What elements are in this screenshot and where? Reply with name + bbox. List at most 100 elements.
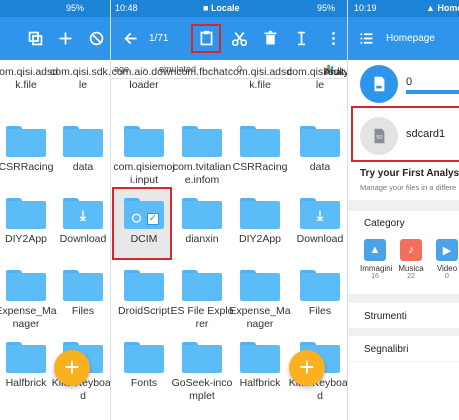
folder-item[interactable]: CSRRacing xyxy=(231,126,289,202)
folder-item[interactable]: Expense_Manager xyxy=(229,270,291,346)
folder-item[interactable]: ⤓ Download xyxy=(291,198,348,274)
category-count: 16 xyxy=(371,273,379,280)
folder-name: DIY2App xyxy=(238,233,282,245)
folder-icon xyxy=(240,126,280,157)
toolbar xyxy=(0,17,111,60)
folder-name: CSRRacing xyxy=(232,161,288,173)
time-text: 10:48 xyxy=(115,3,138,13)
add-icon[interactable] xyxy=(55,28,75,48)
analysis-title: Try your First Analysis xyxy=(360,168,459,179)
add-fab-button[interactable]: + xyxy=(54,350,90,386)
storage-section: 0 SD sdcard1 xyxy=(348,60,459,164)
folder-icon xyxy=(6,198,46,229)
more-options-icon[interactable] xyxy=(323,28,343,48)
menu-list-icon[interactable] xyxy=(356,28,376,48)
tools-section[interactable]: Strumenti xyxy=(348,296,459,328)
folder-name: data xyxy=(72,161,94,173)
folder-item[interactable]: Expense_Manager xyxy=(0,270,57,346)
folder-name: Halfbrick xyxy=(239,377,281,389)
folder-icon xyxy=(300,270,340,301)
folder-icon xyxy=(63,126,103,157)
folder-item[interactable]: ✓ DCIM xyxy=(115,198,173,274)
rename-icon[interactable] xyxy=(291,28,311,48)
time-text: 10:19 xyxy=(354,3,377,13)
folder-name: com.qisi.adsdk.file xyxy=(227,66,293,91)
home-tab-label: Home xyxy=(437,3,459,13)
folder-item[interactable]: data xyxy=(291,126,348,202)
drawer-empty-area xyxy=(348,362,459,420)
folder-name: Files xyxy=(71,305,95,317)
video-icon: ▶ xyxy=(436,239,458,261)
folder-item[interactable]: ES File Explorer xyxy=(170,270,234,346)
folder-icon xyxy=(6,126,46,157)
category-label: Video xyxy=(436,264,458,273)
folder-name: com.qisi.sdk.file xyxy=(287,66,348,91)
internal-storage-row[interactable]: 0 xyxy=(348,62,459,110)
folder-icon xyxy=(6,342,46,373)
folder-icon xyxy=(240,198,280,229)
category-title: Category xyxy=(364,218,405,229)
status-bar: 10:48 ■ Locale 95% xyxy=(111,0,348,17)
folder-icon xyxy=(182,342,222,373)
download-icon: ⤓ xyxy=(63,198,103,229)
folder-name: com.fbchat xyxy=(176,66,228,78)
category-musica[interactable]: ♪ Musica 22 xyxy=(396,239,426,280)
paste-highlight xyxy=(191,24,221,53)
battery-percent: 95% xyxy=(66,3,85,13)
music-icon: ♪ xyxy=(400,239,422,261)
status-bar: 10:19 ▲ Home xyxy=(348,0,459,17)
image-icon: ▲ xyxy=(364,239,386,261)
add-fab-button[interactable]: + xyxy=(289,350,325,386)
folder-icon xyxy=(63,270,103,301)
bookmarks-label: Segnalibri xyxy=(364,344,409,355)
download-arrow-icon: ⤓ xyxy=(316,207,324,223)
analysis-subtitle: Manage your files in a differe xyxy=(360,183,457,192)
folder-icon xyxy=(182,126,222,157)
download-arrow-icon: ⤓ xyxy=(79,207,87,223)
bookmarks-section[interactable]: Segnalibri xyxy=(348,329,459,361)
folder-name: Fonts xyxy=(130,377,158,389)
folder-item[interactable]: Files xyxy=(291,270,348,346)
folder-item[interactable]: Halfbrick xyxy=(0,342,55,418)
folder-item[interactable]: DroidScript xyxy=(115,270,173,346)
folder-name: com.tvitalianе.infom xyxy=(172,161,232,186)
category-label: Musica xyxy=(398,264,424,273)
folder-icon xyxy=(240,342,280,373)
category-section: Category ▲ Immagini 16 ♪ Musica 22 ▶ Video 0 xyxy=(348,204,459,294)
category-immagini[interactable]: ▲ Immagini 16 xyxy=(360,239,393,280)
folder-item[interactable]: DIY2App xyxy=(231,198,289,274)
tools-label: Strumenti xyxy=(364,311,407,322)
cancel-icon[interactable] xyxy=(86,28,106,48)
folder-item[interactable]: data xyxy=(54,126,111,202)
folder-name: ES File Explorer xyxy=(170,305,234,330)
category-video[interactable]: ▶ Video 0 xyxy=(432,239,459,280)
locale-tab[interactable]: ■ Locale xyxy=(203,3,239,13)
cut-icon[interactable] xyxy=(229,28,249,48)
folder-icon xyxy=(6,270,46,301)
analysis-card[interactable]: Try your First Analysis Manage your file… xyxy=(348,164,459,200)
folder-item[interactable]: Files xyxy=(54,270,111,346)
folder-item[interactable]: Halfbrick xyxy=(231,342,289,418)
folder-item[interactable]: DIY2App xyxy=(0,198,55,274)
file-list-panel-left: 95% com.qisi.adsdk.file com.qisi.sdk.file… xyxy=(0,0,111,420)
folder-name: Download xyxy=(296,233,344,245)
folder-item[interactable]: CSRRacing xyxy=(0,126,55,202)
download-icon: ⤓ xyxy=(300,198,340,229)
home-tab[interactable]: ▲ Home xyxy=(426,3,459,13)
folder-name: com.qisiemoji.input xyxy=(113,161,175,186)
delete-icon[interactable] xyxy=(260,28,280,48)
folder-item[interactable]: ⤓ Download xyxy=(54,198,111,274)
folder-item[interactable]: com.tvitalianе.infom xyxy=(173,126,231,202)
copy-icon[interactable] xyxy=(25,28,45,48)
folder-icon xyxy=(300,126,340,157)
folder-item[interactable]: Fonts xyxy=(115,342,173,418)
folder-name: com.aio.downloader xyxy=(111,66,177,91)
back-arrow-icon[interactable] xyxy=(121,28,141,48)
category-label: Immagini xyxy=(360,264,393,273)
folder-name: DroidScript xyxy=(118,305,170,317)
folder-item[interactable]: dianxin xyxy=(173,198,231,274)
internal-storage-value: 0 xyxy=(406,76,413,88)
folder-icon xyxy=(124,126,164,157)
folder-item[interactable]: GoSeek-incomplet xyxy=(172,342,232,418)
toolbar: 1/71 xyxy=(111,17,348,60)
